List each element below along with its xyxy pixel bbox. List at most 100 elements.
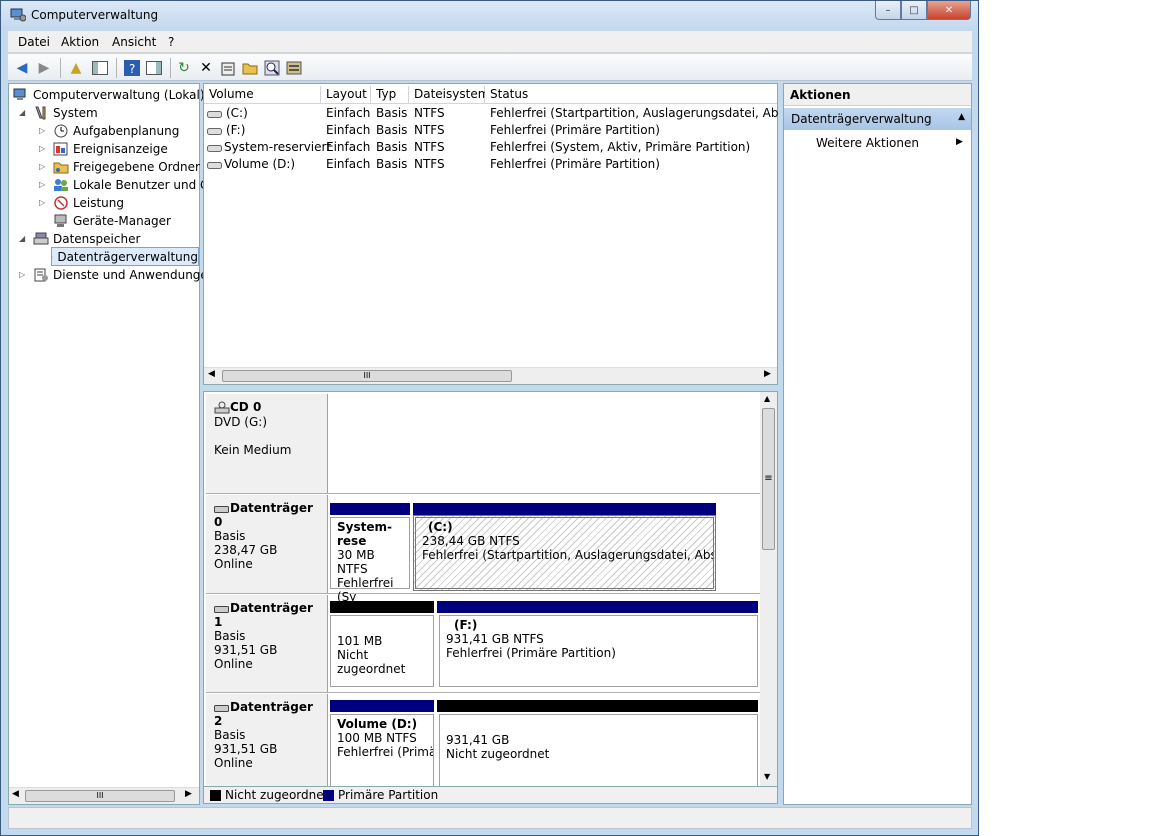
- disk-label-0[interactable]: Datenträger 0 Basis 238,47 GB Online: [206, 495, 328, 593]
- close-button[interactable]: ✕: [927, 1, 971, 20]
- scroll-down-icon[interactable]: ▼: [764, 772, 770, 781]
- show-action-pane-icon[interactable]: [144, 58, 164, 78]
- tree-item-datentraegerverwaltung[interactable]: Datenträgerverwaltung: [51, 247, 199, 266]
- forward-icon[interactable]: ▶: [34, 58, 54, 78]
- volume-name: (C:): [226, 106, 248, 120]
- open-folder-icon[interactable]: [240, 58, 260, 78]
- collapsed-arrow-icon[interactable]: ▷: [39, 198, 45, 207]
- partition-d[interactable]: Volume (D:) 100 MB NTFS Fehlerfrei (Prim…: [330, 714, 434, 786]
- legend-swatch-unallocated: [210, 790, 221, 801]
- volume-filesystem: NTFS: [414, 140, 445, 154]
- volume-type: Basis: [376, 123, 408, 137]
- partition-size: 931,41 GB: [446, 733, 510, 747]
- menu-datei[interactable]: Datei: [18, 35, 50, 49]
- partition-status: Nicht zugeordnet: [446, 747, 550, 761]
- volume-status: Fehlerfrei (Startpartition, Auslagerungs…: [490, 106, 778, 120]
- actions-section-header[interactable]: Datenträgerverwaltung ▲: [784, 108, 971, 130]
- column-header-status[interactable]: Status: [485, 86, 777, 104]
- tree-item-system[interactable]: System: [33, 104, 98, 121]
- disk-map: CD 0 DVD (G:) Kein Medium Datenträger 0 …: [203, 391, 778, 787]
- partition-title: (C:): [428, 520, 453, 534]
- partition-unallocated[interactable]: 101 MB Nicht zugeordnet: [330, 615, 434, 687]
- storage-icon: [33, 232, 49, 244]
- collapse-arrow-icon[interactable]: ▲: [958, 112, 965, 122]
- disk-row-2: Datenträger 2 Basis 931,51 GB Online Vol…: [206, 694, 761, 786]
- volume-layout: Einfach: [326, 157, 371, 171]
- tree-root[interactable]: Computerverwaltung (Lokal): [13, 86, 205, 103]
- partition-f[interactable]: (F:) 931,41 GB NTFS Fehlerfrei (Primäre …: [439, 615, 758, 687]
- partition-unallocated[interactable]: 931,41 GB Nicht zugeordnet: [439, 714, 758, 786]
- tree-item-lokale-benutzer[interactable]: Lokale Benutzer und Gr: [53, 176, 214, 193]
- cd-drive-letter: DVD (G:): [214, 414, 267, 429]
- tree-item-leistung[interactable]: Leistung: [53, 194, 124, 211]
- properties-icon[interactable]: [218, 58, 238, 78]
- scroll-left-icon[interactable]: ◀: [12, 789, 19, 799]
- more-actions-item[interactable]: Weitere Aktionen: [816, 136, 919, 150]
- volume-layout: Einfach: [326, 140, 371, 154]
- collapsed-arrow-icon[interactable]: ▷: [39, 144, 45, 153]
- scroll-right-icon[interactable]: ▶: [764, 369, 771, 379]
- tree-root-label: Computerverwaltung (Lokal): [33, 87, 205, 102]
- tree-label-leistung: Leistung: [73, 195, 124, 210]
- expanded-arrow-icon[interactable]: ◢: [19, 234, 25, 243]
- collapsed-arrow-icon[interactable]: ▷: [19, 270, 25, 279]
- collapsed-arrow-icon[interactable]: ▷: [39, 180, 45, 189]
- tree-scroll-thumb[interactable]: III: [25, 790, 175, 802]
- computer-management-icon: [10, 8, 26, 22]
- column-header-dateisystem[interactable]: Dateisystem: [409, 86, 489, 104]
- column-header-layout[interactable]: Layout: [321, 86, 371, 104]
- disk-scroll-thumb[interactable]: ≡: [762, 408, 775, 550]
- disk-type: Basis: [214, 529, 246, 543]
- scroll-left-icon[interactable]: ◀: [208, 369, 215, 379]
- scroll-grip: III: [96, 791, 104, 800]
- column-header-volume[interactable]: Volume: [204, 86, 321, 104]
- partition-status: Fehlerfrei (Primär: [337, 745, 434, 759]
- volume-horizontal-scrollbar[interactable]: ◀ III ▶: [204, 367, 777, 384]
- tree-item-freigegebene-ordner[interactable]: Freigegebene Ordner: [53, 158, 200, 175]
- minimize-button[interactable]: –: [875, 1, 901, 20]
- disk-label-cd0[interactable]: CD 0 DVD (G:) Kein Medium: [206, 394, 328, 493]
- computer-management-icon: [13, 88, 26, 100]
- volume-filesystem: NTFS: [414, 123, 445, 137]
- search-icon[interactable]: [262, 58, 282, 78]
- partition-c[interactable]: (C:) 238,44 GB NTFS Fehlerfrei (Startpar…: [413, 515, 716, 591]
- expanded-arrow-icon[interactable]: ◢: [19, 108, 25, 117]
- back-icon[interactable]: ◀: [12, 58, 32, 78]
- maximize-button[interactable]: □: [901, 1, 927, 20]
- partition-system-reserved[interactable]: System-rese 30 MB NTFS Fehlerfrei (Sy: [330, 517, 410, 604]
- tree-item-dienste[interactable]: Dienste und Anwendungen: [33, 266, 215, 283]
- disk-settings-icon[interactable]: [284, 58, 304, 78]
- collapsed-arrow-icon[interactable]: ▷: [39, 126, 45, 135]
- volume-status: Fehlerfrei (System, Aktiv, Primäre Parti…: [490, 140, 751, 154]
- scroll-right-icon[interactable]: ▶: [185, 789, 192, 799]
- menu-aktion[interactable]: Aktion: [61, 35, 99, 49]
- disk-vertical-scrollbar[interactable]: ▲ ≡ ▼: [760, 392, 777, 786]
- tree-horizontal-scrollbar[interactable]: ◀ III ▶: [9, 787, 199, 804]
- delete-icon[interactable]: ✕: [196, 58, 216, 78]
- partition-size: 101 MB: [337, 634, 383, 648]
- disk-label-1[interactable]: Datenträger 1 Basis 931,51 GB Online: [206, 595, 328, 692]
- disk-state: Online: [214, 557, 253, 571]
- disk-label-2[interactable]: Datenträger 2 Basis 931,51 GB Online: [206, 694, 328, 786]
- submenu-arrow-icon[interactable]: ▶: [956, 137, 963, 147]
- scroll-up-icon[interactable]: ▲: [764, 394, 770, 403]
- collapsed-arrow-icon[interactable]: ▷: [39, 162, 45, 171]
- show-hide-tree-icon[interactable]: [90, 58, 110, 78]
- tree-item-geraete-manager[interactable]: Geräte-Manager: [53, 212, 171, 229]
- volume-scroll-thumb[interactable]: III: [222, 370, 512, 382]
- actions-pane: Aktionen Datenträgerverwaltung ▲ Weitere…: [783, 83, 972, 805]
- up-folder-icon[interactable]: ▲: [66, 58, 86, 78]
- refresh-icon[interactable]: ↻: [174, 58, 194, 78]
- actions-header: Aktionen: [784, 84, 971, 106]
- menu-ansicht[interactable]: Ansicht: [112, 35, 156, 49]
- menu-help[interactable]: ?: [168, 35, 174, 49]
- tree-item-aufgabenplanung[interactable]: Aufgabenplanung: [53, 122, 179, 139]
- help-icon[interactable]: ?: [122, 58, 142, 78]
- tree-item-datenspeicher[interactable]: Datenspeicher: [33, 230, 140, 247]
- disk-size: 238,47 GB: [214, 543, 278, 557]
- tree-label-lokale-benutzer: Lokale Benutzer und Gr: [73, 177, 215, 192]
- volume-list: Volume Layout Typ Dateisystem Status (C:…: [203, 83, 778, 385]
- column-header-typ[interactable]: Typ: [371, 86, 409, 104]
- disk-state: Online: [214, 756, 253, 770]
- tree-item-ereignisanzeige[interactable]: Ereignisanzeige: [53, 140, 168, 157]
